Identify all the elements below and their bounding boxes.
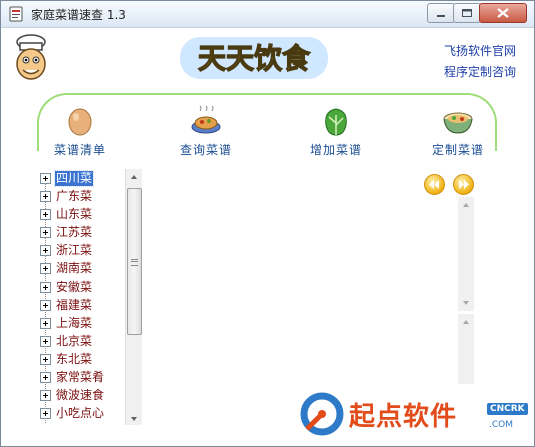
tree-item-label: 广东菜 bbox=[56, 189, 93, 204]
expand-icon[interactable] bbox=[40, 173, 51, 184]
scroll-up-button[interactable] bbox=[126, 169, 142, 183]
expand-icon[interactable] bbox=[40, 227, 51, 239]
tree-item-label: 浙江菜 bbox=[56, 243, 93, 258]
dish-icon bbox=[191, 105, 221, 134]
banner-logo: 天天饮食 bbox=[180, 37, 328, 79]
tree-item-label: 家常菜肴 bbox=[56, 370, 105, 385]
custom-consult-link[interactable]: 程序定制咨询 bbox=[444, 63, 516, 80]
official-site-link[interactable]: 飞扬软件官网 bbox=[444, 42, 516, 59]
close-icon bbox=[497, 8, 509, 18]
maximize-icon bbox=[462, 9, 472, 17]
add-recipe-label: 增加菜谱 bbox=[309, 143, 362, 157]
scroll-down-icon bbox=[131, 417, 137, 421]
minimize-icon bbox=[437, 15, 445, 17]
menu-list-label: 菜谱清单 bbox=[53, 143, 106, 157]
add-recipe-button[interactable]: 增加菜谱 bbox=[291, 105, 381, 161]
custom-recipe-button[interactable]: 定制菜谱 bbox=[413, 105, 503, 161]
expand-icon[interactable] bbox=[40, 299, 51, 311]
expand-icon[interactable] bbox=[40, 353, 51, 365]
tree-scrollbar[interactable] bbox=[125, 169, 142, 425]
expand-icon[interactable] bbox=[40, 335, 51, 347]
search-recipe-label: 查询菜谱 bbox=[179, 143, 232, 157]
expand-icon[interactable] bbox=[40, 281, 51, 293]
tree-item-label: 福建菜 bbox=[56, 297, 93, 312]
cabbage-icon bbox=[325, 108, 347, 136]
scroll-up-icon bbox=[131, 175, 137, 179]
expand-icon[interactable] bbox=[40, 245, 51, 257]
window-title: 家庭菜谱速查 1.3 bbox=[31, 8, 126, 22]
header: 天天饮食 飞扬软件官网 程序定制咨询 bbox=[1, 28, 534, 90]
maximize-button[interactable] bbox=[453, 3, 481, 23]
detail-scrollbar-bottom[interactable] bbox=[458, 314, 474, 384]
scroll-thumb[interactable] bbox=[127, 188, 142, 335]
noodle-bowl-icon bbox=[443, 112, 473, 134]
expand-icon[interactable] bbox=[40, 263, 51, 275]
egg-icon bbox=[68, 108, 92, 136]
rewind-icon bbox=[429, 180, 439, 189]
grip-icon bbox=[131, 259, 138, 266]
minimize-button[interactable] bbox=[427, 3, 455, 23]
banner-text: 天天饮食 bbox=[198, 42, 311, 75]
search-recipe-button[interactable]: 查询菜谱 bbox=[161, 105, 251, 161]
next-button[interactable] bbox=[453, 174, 474, 195]
expand-icon[interactable] bbox=[40, 191, 51, 203]
app-icon bbox=[9, 6, 23, 22]
tree-item-label: 江苏菜 bbox=[56, 225, 93, 240]
tree-item-label: 湖南菜 bbox=[56, 261, 93, 276]
fast-forward-icon bbox=[459, 180, 469, 189]
tree-item-label: 四川菜 bbox=[53, 170, 95, 187]
watermark-domain: .COM bbox=[489, 420, 513, 430]
watermark-badge: CNCRK bbox=[487, 403, 528, 415]
expand-icon[interactable] bbox=[40, 390, 51, 402]
close-button[interactable] bbox=[479, 3, 527, 23]
custom-recipe-label: 定制菜谱 bbox=[431, 143, 484, 157]
chef-logo bbox=[16, 34, 46, 80]
tree-item-label: 北京菜 bbox=[56, 333, 93, 348]
recipe-list-panel[interactable] bbox=[143, 171, 453, 425]
expand-icon[interactable] bbox=[40, 317, 51, 329]
scroll-up-icon bbox=[463, 320, 469, 324]
tree-item-label: 山东菜 bbox=[56, 207, 93, 222]
tree-item-label: 微波速食 bbox=[56, 388, 105, 403]
previous-button[interactable] bbox=[424, 174, 445, 195]
expand-icon[interactable] bbox=[40, 408, 51, 420]
tree-item-label: 上海菜 bbox=[56, 315, 93, 330]
tree-item-label: 安徽菜 bbox=[56, 279, 93, 294]
tree-item-label: 东北菜 bbox=[56, 351, 93, 366]
watermark: 起点软件 CNCRK .COM bbox=[299, 391, 534, 441]
menu-list-button[interactable]: 菜谱清单 bbox=[35, 105, 125, 161]
scroll-down-button[interactable] bbox=[126, 411, 142, 425]
expand-icon[interactable] bbox=[40, 372, 51, 384]
watermark-text: 起点软件 bbox=[349, 402, 458, 432]
tree-item-label: 小吃点心 bbox=[56, 406, 105, 421]
title-bar[interactable]: 家庭菜谱速查 1.3 bbox=[1, 1, 534, 28]
scroll-arrows-icon bbox=[463, 203, 469, 305]
watermark-logo-icon bbox=[300, 392, 344, 436]
app-window: 家庭菜谱速查 1.3 天天饮食 飞扬软件官网 程序定制咨询 菜谱清单 查询菜谱 … bbox=[0, 0, 535, 447]
expand-icon[interactable] bbox=[40, 209, 51, 221]
detail-scrollbar-top[interactable] bbox=[458, 197, 474, 311]
